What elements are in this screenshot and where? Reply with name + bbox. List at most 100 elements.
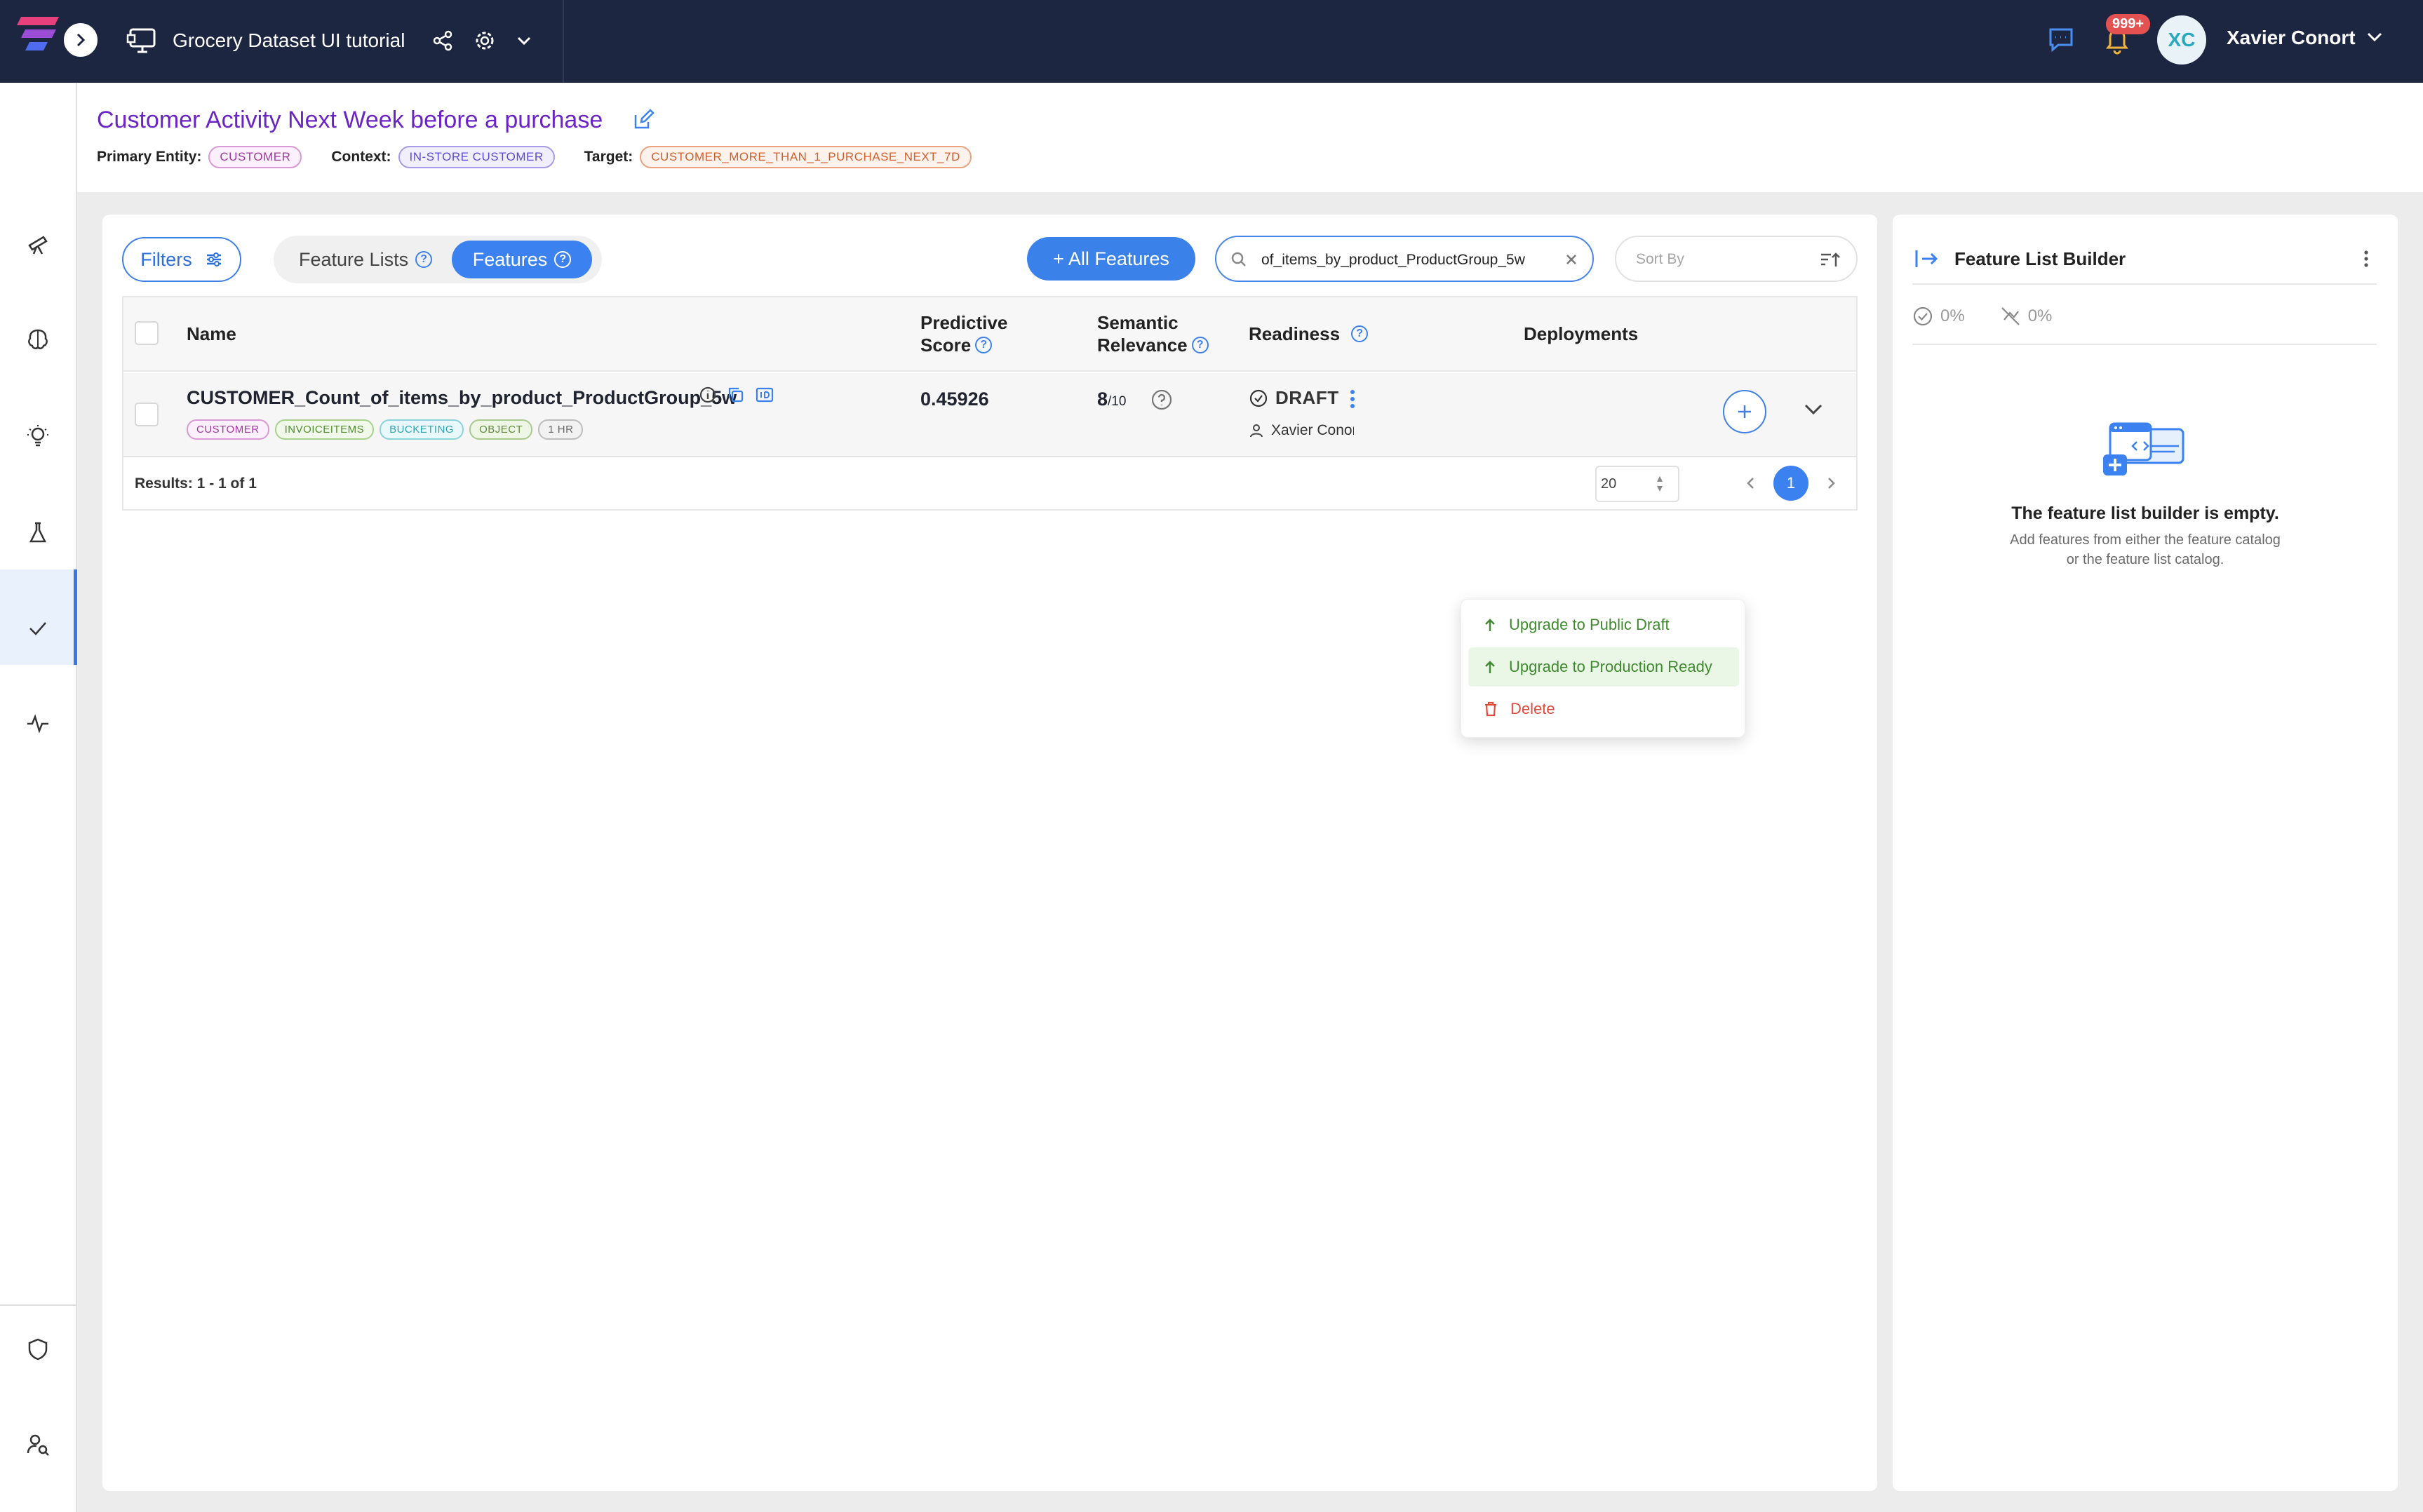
sidebar-divider	[0, 1304, 77, 1306]
telescope-icon[interactable]	[24, 230, 52, 258]
column-semantic-relevance[interactable]: Semantic Relevance ?	[1097, 311, 1209, 356]
chevron-right-icon[interactable]	[1824, 475, 1838, 491]
column-deployments[interactable]: Deployments	[1524, 323, 1638, 345]
feature-name[interactable]: CUSTOMER_Count_of_items_by_product_Produ…	[187, 387, 737, 409]
relevance-max: /10	[1108, 394, 1127, 409]
activity-icon[interactable]	[24, 710, 52, 738]
up-down-icon: ▴ ▾	[1657, 473, 1663, 494]
empty-state-illustration	[2102, 422, 2186, 478]
chevron-down-icon[interactable]	[1803, 403, 1824, 417]
user-icon	[1249, 423, 1264, 438]
collapse-panel-icon[interactable]	[1914, 248, 1939, 269]
help-icon[interactable]: ?	[554, 251, 572, 268]
select-all-checkbox[interactable]	[135, 321, 159, 345]
check-circle-icon	[1912, 306, 1933, 327]
tab-features-label: Features	[472, 248, 548, 270]
column-readiness[interactable]: Readiness ?	[1249, 323, 1369, 345]
column-predictive-line1: Predictive	[920, 312, 1008, 333]
owner-name: Xavier Conort	[1271, 422, 1354, 438]
table-footer: Results: 1 - 1 of 1 20 ▴ ▾ 1	[123, 459, 1856, 509]
chevron-down-icon[interactable]	[516, 35, 532, 46]
sidebar-toggle-button[interactable]	[62, 21, 100, 59]
page-size-value: 20	[1601, 476, 1617, 492]
user-search-icon[interactable]	[24, 1431, 52, 1459]
semantic-relevance: 8/10	[1097, 389, 1126, 410]
help-icon[interactable]: ?	[1351, 325, 1369, 342]
close-icon[interactable]	[1563, 251, 1580, 268]
help-icon[interactable]: ?	[1191, 337, 1209, 353]
readiness-menu-icon[interactable]	[1348, 389, 1357, 410]
readiness-status: DRAFT	[1249, 387, 1339, 409]
filters-button[interactable]: Filters	[122, 237, 241, 282]
chevron-down-icon[interactable]	[2365, 31, 2384, 43]
feature-list-builder-panel: Feature List Builder 0% 0% The feature l…	[1893, 215, 2398, 1491]
menu-item-label: Upgrade to Public Draft	[1509, 616, 1670, 633]
help-icon[interactable]: ?	[415, 251, 433, 268]
trash-icon	[1484, 701, 1498, 717]
arrow-up-icon	[1484, 617, 1496, 633]
brain-icon[interactable]	[24, 325, 52, 353]
row-checkbox[interactable]	[135, 403, 159, 426]
more-options-icon[interactable]	[2363, 248, 2370, 269]
user-name[interactable]: Xavier Conort	[2227, 27, 2356, 49]
help-icon[interactable]: ?	[975, 337, 993, 353]
context-label: Context:	[331, 149, 391, 165]
tag-invoiceitems: INVOICEITEMS	[274, 419, 375, 440]
current-page[interactable]: 1	[1773, 466, 1808, 501]
divider	[1912, 283, 2377, 285]
search-input[interactable]	[1261, 248, 1549, 272]
view-toggle: Feature Lists ? Features ?	[274, 236, 602, 283]
primary-entity-tag: CUSTOMER	[208, 146, 302, 168]
use-case-meta: Primary Entity: CUSTOMER Context: IN-STO…	[97, 146, 1001, 168]
add-deployment-button[interactable]	[1723, 390, 1766, 433]
info-icon[interactable]	[699, 386, 717, 404]
gear-icon[interactable]	[474, 29, 496, 52]
column-semantic-line2: Relevance	[1097, 335, 1188, 356]
not-online-icon	[2000, 306, 2021, 327]
checkmark-icon[interactable]	[24, 614, 52, 642]
tag-customer: CUSTOMER	[187, 419, 269, 440]
avatar[interactable]: XC	[2157, 15, 2206, 65]
sort-order-icon[interactable]	[1820, 251, 1841, 269]
menu-item-upgrade-production-ready[interactable]: Upgrade to Production Ready	[1468, 647, 1739, 687]
id-icon[interactable]	[755, 386, 774, 404]
flask-icon[interactable]	[24, 519, 52, 547]
context-tag: IN-STORE CUSTOMER	[398, 146, 555, 168]
check-circle-icon	[1249, 389, 1268, 408]
feature-owner: Xavier Conort	[1249, 422, 1354, 439]
all-features-button[interactable]: + All Features	[1027, 237, 1195, 281]
tab-features[interactable]: Features ?	[452, 241, 592, 278]
menu-item-label: Upgrade to Production Ready	[1509, 658, 1712, 675]
page-size-select[interactable]: 20 ▴ ▾	[1595, 466, 1679, 502]
share-icon[interactable]	[431, 29, 454, 52]
readiness-label: DRAFT	[1275, 387, 1339, 408]
app-logo[interactable]	[15, 14, 65, 60]
menu-item-upgrade-public-draft[interactable]: Upgrade to Public Draft	[1468, 605, 1739, 644]
search-icon	[1230, 251, 1247, 268]
catalog-selector[interactable]: Grocery Dataset UI tutorial	[126, 21, 532, 60]
tag-object: OBJECT	[469, 419, 533, 440]
shield-icon[interactable]	[24, 1335, 52, 1363]
catalog-title: Grocery Dataset UI tutorial	[173, 29, 405, 51]
lightbulb-icon[interactable]	[24, 422, 52, 450]
notification-badge: 999+	[2106, 14, 2151, 34]
column-name[interactable]: Name	[187, 323, 236, 345]
table-header: Name Predictive Score ? Semantic Relevan…	[123, 297, 1856, 372]
readiness-dropdown-menu: Upgrade to Public Draft Upgrade to Produ…	[1461, 599, 1745, 738]
sort-by-select[interactable]: Sort By	[1615, 236, 1858, 282]
chevron-left-icon[interactable]	[1744, 475, 1758, 491]
edit-icon[interactable]	[631, 108, 655, 132]
chat-icon[interactable]	[2047, 25, 2075, 53]
chevron-right-icon	[74, 32, 88, 48]
use-case-header: Customer Activity Next Week before a pur…	[77, 83, 2423, 192]
online-percent: 0%	[2027, 306, 2053, 325]
copy-icon[interactable]	[727, 386, 745, 404]
tab-feature-lists[interactable]: Feature Lists ?	[299, 236, 433, 283]
table-row[interactable]: CUSTOMER_Count_of_items_by_product_Produ…	[123, 373, 1856, 457]
column-predictive-score[interactable]: Predictive Score ?	[920, 311, 1007, 356]
sliders-icon	[205, 251, 223, 268]
menu-item-delete[interactable]: Delete	[1468, 689, 1739, 729]
help-icon[interactable]	[1150, 389, 1173, 411]
monitor-icon	[126, 27, 157, 55]
arrow-up-icon	[1484, 659, 1496, 675]
